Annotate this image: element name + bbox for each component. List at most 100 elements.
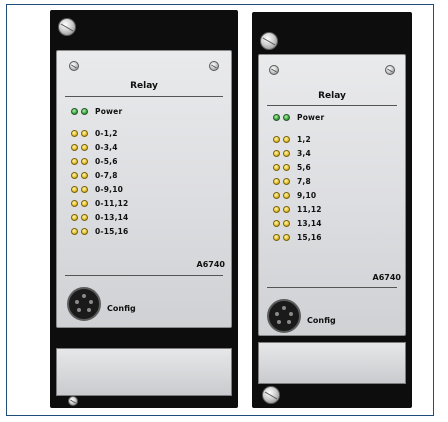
power-indicator: Power: [273, 111, 324, 123]
config-connector-icon: [67, 287, 101, 321]
model-number: A6740: [196, 260, 225, 269]
channel-row: 5,6: [273, 161, 311, 173]
channel-led-icon: [283, 205, 290, 213]
top-screw-icon: [260, 32, 278, 50]
channel-row: 0-1,2: [71, 127, 118, 139]
channel-led-icon: [81, 129, 88, 137]
channel-led-icon: [81, 199, 88, 207]
channel-label: 0-5,6: [95, 156, 118, 166]
channel-led-icon: [273, 191, 280, 199]
channel-led-icon: [81, 157, 88, 165]
divider: [267, 287, 397, 288]
pin-icon: [77, 308, 81, 312]
channel-row: 15,16: [273, 231, 322, 243]
channel-row: 0-13,14: [71, 211, 128, 223]
divider: [65, 96, 223, 97]
power-indicator: Power: [71, 105, 122, 117]
channel-label: 9,10: [297, 190, 317, 200]
channel-label: 0-13,14: [95, 212, 129, 222]
channel-led-icon: [71, 143, 78, 151]
pin-icon: [282, 306, 286, 310]
panel-screw-icon: [385, 65, 395, 75]
blank-label-plate: [56, 348, 232, 396]
power-led-icon: [273, 113, 280, 121]
channel-led-icon: [273, 135, 280, 143]
power-label: Power: [297, 112, 325, 122]
power-led-icon: [283, 113, 290, 121]
channel-led-icon: [81, 171, 88, 179]
module-title: Relay: [130, 81, 158, 91]
channel-label: 0-3,4: [95, 142, 118, 152]
blank-label-plate: [258, 342, 406, 384]
channel-led-icon: [283, 219, 290, 227]
config-label: Config: [307, 316, 336, 325]
channel-label: 13,14: [297, 218, 322, 228]
channel-row: 0-5,6: [71, 155, 118, 167]
channel-led-icon: [71, 213, 78, 221]
relay-module-left: Relay Power 0-1,2 0-3,4 0-5,6 0-7,8 0-9,…: [50, 10, 238, 408]
channel-row: 3,4: [273, 147, 311, 159]
channel-row: 0-11,12: [71, 197, 128, 209]
channel-label: 3,4: [297, 148, 311, 158]
panel-screw-icon: [209, 61, 219, 71]
pin-icon: [289, 312, 293, 316]
pin-icon: [275, 312, 279, 316]
channel-label: 0-7,8: [95, 170, 118, 180]
power-label: Power: [95, 106, 123, 116]
channel-row: 0-7,8: [71, 169, 118, 181]
channel-label: 11,12: [297, 204, 322, 214]
channel-label: 0-11,12: [95, 198, 129, 208]
bottom-screw-icon: [68, 396, 78, 406]
relay-module-right: Relay Power 1,2 3,4 5,6 7,8 9,10 11,12 1…: [252, 12, 412, 408]
pin-icon: [75, 300, 79, 304]
front-panel: Relay Power 0-1,2 0-3,4 0-5,6 0-7,8 0-9,…: [56, 50, 232, 328]
channel-led-icon: [71, 171, 78, 179]
channel-label: 0-15,16: [95, 226, 129, 236]
channel-led-icon: [71, 199, 78, 207]
channel-led-icon: [273, 177, 280, 185]
channel-led-icon: [283, 191, 290, 199]
power-led-icon: [81, 107, 88, 115]
channel-led-icon: [81, 213, 88, 221]
channel-row: 0-3,4: [71, 141, 118, 153]
power-led-icon: [71, 107, 78, 115]
channel-row: 9,10: [273, 189, 316, 201]
channel-led-icon: [71, 185, 78, 193]
channel-row: 11,12: [273, 203, 322, 215]
channel-row: 0-9,10: [71, 183, 123, 195]
bottom-screw-icon: [262, 386, 280, 404]
channel-led-icon: [283, 149, 290, 157]
channel-led-icon: [71, 157, 78, 165]
channel-led-icon: [81, 143, 88, 151]
pin-icon: [287, 320, 291, 324]
channel-led-icon: [283, 177, 290, 185]
channel-led-icon: [273, 149, 280, 157]
model-number: A6740: [372, 273, 401, 282]
channel-led-icon: [283, 163, 290, 171]
channel-led-icon: [81, 185, 88, 193]
channel-led-icon: [273, 233, 280, 241]
channel-row: 0-15,16: [71, 225, 128, 237]
pin-icon: [89, 300, 93, 304]
channel-led-icon: [71, 129, 78, 137]
pin-icon: [87, 308, 91, 312]
channel-label: 0-1,2: [95, 128, 118, 138]
channel-label: 5,6: [297, 162, 311, 172]
channel-led-icon: [283, 233, 290, 241]
channel-led-icon: [273, 163, 280, 171]
panel-screw-icon: [269, 65, 279, 75]
channel-led-icon: [273, 219, 280, 227]
channel-led-icon: [71, 227, 78, 235]
config-label: Config: [107, 304, 136, 313]
panel-screw-icon: [69, 61, 79, 71]
config-connector-icon: [267, 299, 301, 333]
channel-row: 7,8: [273, 175, 311, 187]
divider: [267, 105, 397, 106]
channel-led-icon: [273, 205, 280, 213]
pin-icon: [82, 294, 86, 298]
channel-row: 13,14: [273, 217, 322, 229]
channel-label: 7,8: [297, 176, 311, 186]
channel-row: 1,2: [273, 133, 311, 145]
front-panel: Relay Power 1,2 3,4 5,6 7,8 9,10 11,12 1…: [258, 54, 406, 336]
pin-icon: [277, 320, 281, 324]
